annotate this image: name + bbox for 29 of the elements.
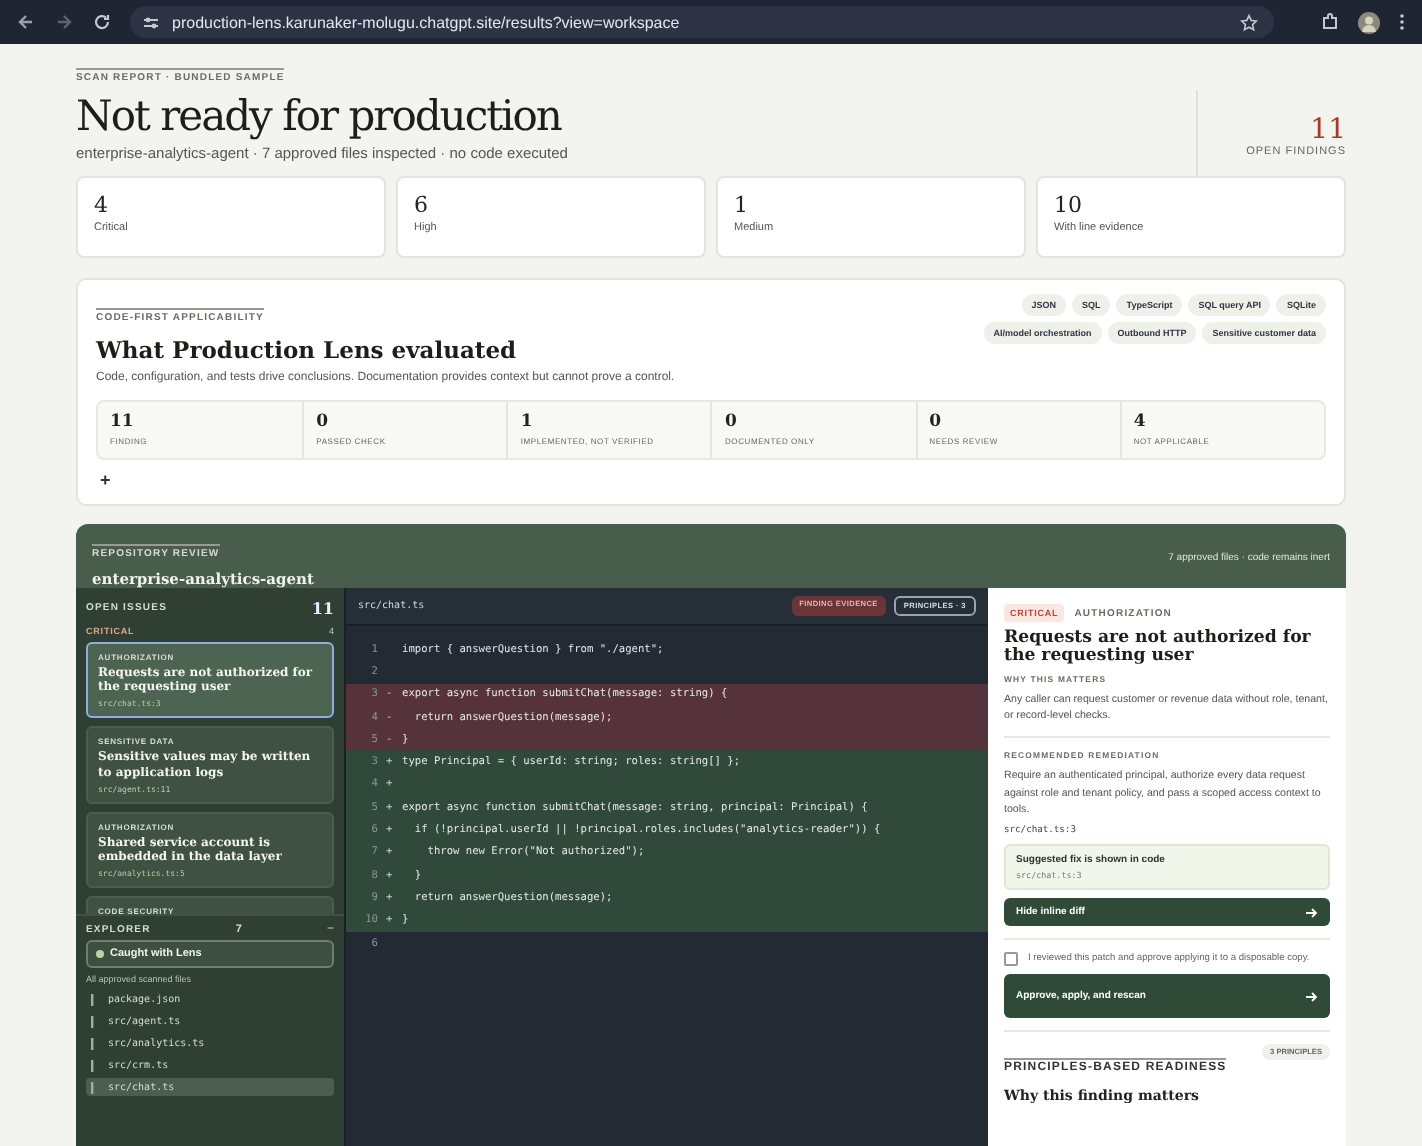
forward-icon[interactable] bbox=[54, 12, 74, 32]
section-title: What Production Lens evaluated bbox=[96, 336, 519, 364]
finding-title: Requests are not authorized for the requesting user bbox=[1004, 630, 1313, 667]
site-settings-icon bbox=[142, 13, 160, 31]
metric-value: 4 bbox=[1133, 412, 1148, 432]
checkbox[interactable] bbox=[1004, 952, 1018, 967]
arrow-icon bbox=[1306, 991, 1318, 1002]
page-title: Not ready for production bbox=[76, 92, 564, 140]
back-icon[interactable] bbox=[16, 12, 36, 32]
metric-value: 0 bbox=[724, 412, 739, 432]
stat-value: 4 bbox=[94, 192, 110, 218]
stat-value: 1 bbox=[734, 192, 750, 218]
metric-value: 11 bbox=[110, 412, 136, 432]
reload-icon[interactable] bbox=[92, 12, 112, 32]
address-bar[interactable]: production-lens.karunaker-molugu.chatgpt.site/results?view=workspace bbox=[130, 6, 1274, 38]
metric-value: 0 bbox=[316, 412, 331, 432]
more-menu-icon[interactable] bbox=[1398, 12, 1406, 32]
open-findings-count: 11 bbox=[1310, 114, 1346, 146]
metric-value: 1 bbox=[520, 412, 535, 432]
issues-count: 11 bbox=[311, 598, 334, 618]
dot-icon bbox=[96, 950, 104, 958]
arrow-icon bbox=[1306, 907, 1318, 918]
metric-value: 0 bbox=[929, 412, 944, 432]
expand-button[interactable]: + bbox=[96, 470, 115, 490]
url-text: production-lens.karunaker-molugu.chatgpt.site/results?view=workspace bbox=[172, 13, 682, 31]
stat-value: 6 bbox=[414, 192, 430, 218]
star-icon[interactable] bbox=[1240, 13, 1258, 31]
stat-value: 10 bbox=[1054, 192, 1084, 218]
avatar-icon[interactable] bbox=[1358, 11, 1380, 33]
